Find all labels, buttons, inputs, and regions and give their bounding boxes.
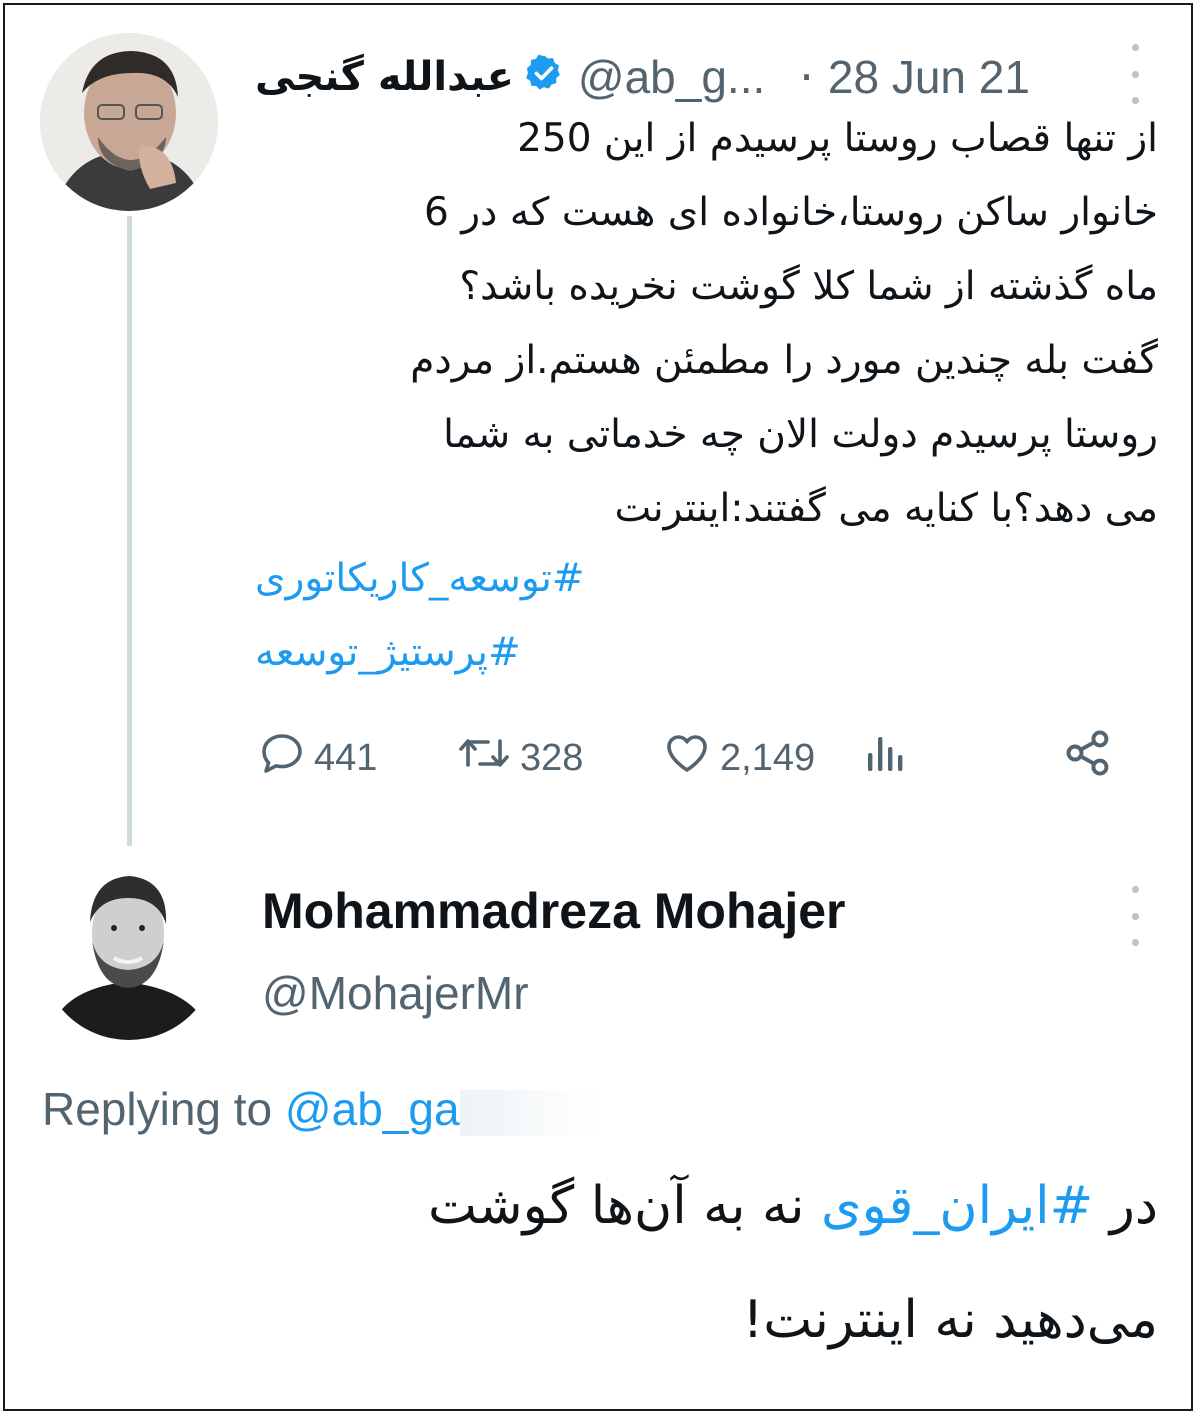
hashtag-link[interactable]: #ایران_قوی <box>821 1176 1093 1236</box>
reply-count: 441 <box>314 736 378 779</box>
retweet-button[interactable]: 328 <box>456 728 583 788</box>
retweet-icon <box>456 729 520 787</box>
reply-author-display-name[interactable]: Mohammadreza Mohajer <box>262 882 845 940</box>
reply-author-handle[interactable]: @MohajerMr <box>262 966 529 1020</box>
reply-text-line: در #ایران_قوی نه به آن‌ها گوشت <box>428 1176 1158 1236</box>
replying-to-label: Replying to <box>42 1083 273 1135</box>
tweet-header: عبدالله گنجی @ab_g... · 28 Jun 21 <box>255 42 1145 112</box>
hashtag-link[interactable]: #توسعه_کاریکاتوری <box>255 556 585 601</box>
tweet-text-line: خانوار ساکن روستا،خانواده ای هست که در 6 <box>424 190 1158 235</box>
reply-text-fragment: در <box>1093 1176 1158 1236</box>
more-icon[interactable] <box>1120 886 1150 946</box>
tweet-text-line: ماه گذشته از شما کلا گوشت نخریده باشد؟ <box>459 264 1158 309</box>
share-icon <box>1062 727 1122 789</box>
tweet-text-line: روستا پرسیدم دولت الان چه خدماتی به شما <box>443 412 1158 457</box>
tweet-date[interactable]: 28 Jun 21 <box>828 50 1030 104</box>
like-count: 2,149 <box>720 736 816 779</box>
like-button[interactable]: 2,149 <box>662 728 815 788</box>
author-display-name[interactable]: عبدالله گنجی <box>255 54 514 100</box>
replying-to-line: Replying to @ab_ga <box>42 1082 660 1136</box>
reply-icon <box>258 729 314 787</box>
share-button[interactable] <box>1062 728 1122 788</box>
retweet-count: 328 <box>520 736 584 779</box>
views-button[interactable] <box>862 728 918 788</box>
tweet-text-line: از تنها قصاب روستا پرسیدم از این 250 <box>517 116 1158 161</box>
tweet-text-line: گفت بله چندین مورد را مطمئن هستم.از مردم <box>410 338 1158 383</box>
like-icon <box>662 729 720 787</box>
tweet-actions-bar: 441 328 2,149 <box>258 728 1118 788</box>
replying-to-handle[interactable]: @ab_ga <box>285 1083 460 1135</box>
author-handle[interactable]: @ab_g... <box>578 50 765 104</box>
date-separator: · <box>799 50 814 104</box>
views-icon <box>862 729 918 787</box>
reply-text-fragment: نه به آن‌ها گوشت <box>427 1176 821 1236</box>
reply-text-line: می‌دهید نه اینترنت! <box>742 1290 1158 1350</box>
verified-badge-icon <box>524 50 564 104</box>
redaction-blur <box>459 1089 660 1136</box>
tweet-text-line: می دهد؟با کنایه می گفتند:اینترنت <box>614 486 1158 531</box>
more-icon[interactable] <box>1120 44 1150 104</box>
reply-author-avatar[interactable] <box>40 862 218 1040</box>
hashtag-link[interactable]: #پرستیژ_توسعه <box>255 630 521 675</box>
author-avatar[interactable] <box>40 33 218 211</box>
thread-connector-line <box>127 216 132 846</box>
reply-button[interactable]: 441 <box>258 728 377 788</box>
